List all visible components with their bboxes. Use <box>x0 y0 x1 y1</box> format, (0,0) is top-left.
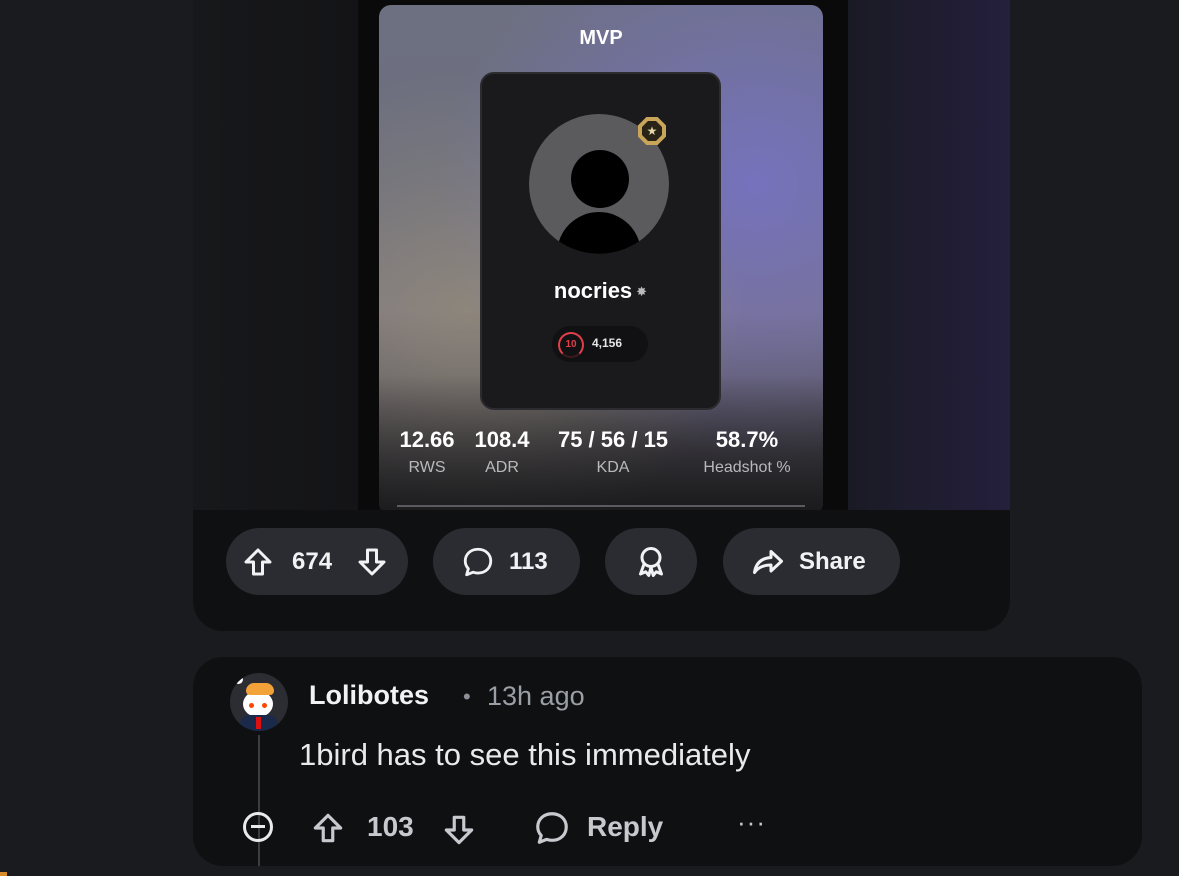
stat-headshot: 58.7% Headshot % <box>687 427 807 477</box>
share-button[interactable]: Share <box>723 528 900 595</box>
stat-rws: 12.66 RWS <box>391 427 463 477</box>
stat-adr: 108.4 ADR <box>467 427 537 477</box>
comment: Lolibotes • 13h ago 1bird has to see thi… <box>193 657 1142 866</box>
comment-body: 1bird has to see this immediately <box>299 737 751 772</box>
comments-button[interactable]: 113 <box>433 528 580 595</box>
snoo-avatar[interactable] <box>230 673 288 731</box>
video-progress-line[interactable] <box>397 505 805 507</box>
comment-icon <box>463 547 493 577</box>
post-card: MVP nocries✸ 10 4,156 12.66 RWS <box>193 0 1010 631</box>
meta-separator: • <box>463 684 471 709</box>
comment-author[interactable]: Lolibotes <box>309 680 429 711</box>
reply-icon <box>536 812 568 844</box>
comment-upvote-icon[interactable] <box>309 809 347 847</box>
stat-value: 12.66 <box>399 427 455 452</box>
share-label: Share <box>799 548 866 575</box>
stat-value: 58.7% <box>715 427 779 452</box>
collapse-thread-icon[interactable] <box>243 812 273 842</box>
verified-icon: ✸ <box>636 284 648 299</box>
stat-label: ADR <box>485 459 519 476</box>
reply-label: Reply <box>587 811 664 842</box>
award-icon <box>639 547 663 577</box>
downvote-icon[interactable] <box>354 544 390 580</box>
award-button[interactable] <box>605 528 697 595</box>
comment-actions: 103 Reply ··· <box>193 807 1142 847</box>
corner-marker <box>0 872 7 876</box>
player-name: nocries ✸ <box>482 278 719 304</box>
share-icon <box>753 550 783 574</box>
mvp-title: MVP <box>579 27 623 49</box>
stat-kda: 75 / 56 / 15 KDA <box>539 427 687 477</box>
mvp-panel: MVP nocries✸ 10 4,156 12.66 RWS <box>379 5 823 510</box>
post-media[interactable]: MVP nocries✸ 10 4,156 12.66 RWS <box>193 0 1010 510</box>
upvote-count: 674 <box>292 548 333 575</box>
elo-value: 4,156 <box>592 336 623 350</box>
skill-level-icon: 10 <box>558 332 584 358</box>
player-name-text: nocries <box>553 278 633 303</box>
match-stats: 12.66 RWS 108.4 ADR 75 / 56 / 15 KDA 58.… <box>379 427 823 487</box>
stat-value: 75 / 56 / 15 <box>557 427 669 452</box>
comment-count: 113 <box>509 548 548 575</box>
vote-pill: 674 <box>226 528 408 595</box>
stat-value: 108.4 <box>474 427 530 452</box>
comment-time: 13h ago <box>487 681 585 711</box>
comment-downvote-icon[interactable] <box>440 811 478 849</box>
rank-badge-icon <box>638 117 666 145</box>
more-options-icon[interactable]: ··· <box>737 807 766 838</box>
upvote-icon[interactable] <box>240 544 276 580</box>
player-card: nocries✸ 10 4,156 <box>480 72 721 410</box>
stat-label: RWS <box>408 459 446 476</box>
post-action-bar: 674 113 Share <box>193 528 1010 596</box>
stat-label: KDA <box>596 459 630 476</box>
comment-vote-count: 103 <box>367 811 414 842</box>
elo-pill: 10 4,156 <box>552 326 648 362</box>
stat-label: Headshot % <box>703 459 791 476</box>
